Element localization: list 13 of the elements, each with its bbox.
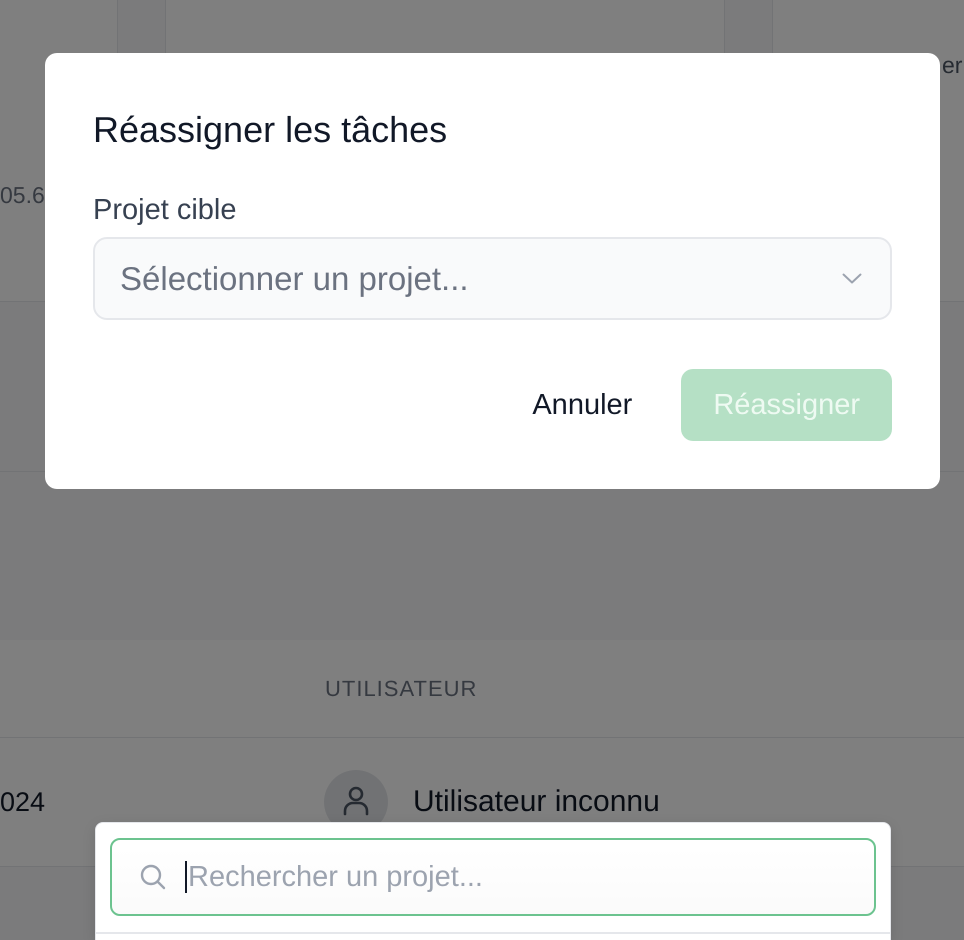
- cancel-button[interactable]: Annuler: [508, 369, 656, 441]
- project-select[interactable]: Sélectionner un projet...: [93, 237, 892, 320]
- text-cursor-icon: [185, 861, 187, 893]
- user-name: Utilisateur inconnu: [413, 785, 660, 819]
- chevron-down-icon: [842, 273, 862, 284]
- search-icon: [140, 864, 166, 890]
- column-header: UTILISATEUR: [325, 676, 478, 702]
- stat-value: 05.6: [0, 181, 45, 210]
- project-search-field[interactable]: Rechercher un projet...: [110, 838, 876, 916]
- card-text: er: [942, 51, 962, 80]
- table-cell: 024: [0, 786, 46, 818]
- field-label: Projet cible: [93, 193, 236, 227]
- dialog-title: Réassigner les tâches: [93, 109, 448, 151]
